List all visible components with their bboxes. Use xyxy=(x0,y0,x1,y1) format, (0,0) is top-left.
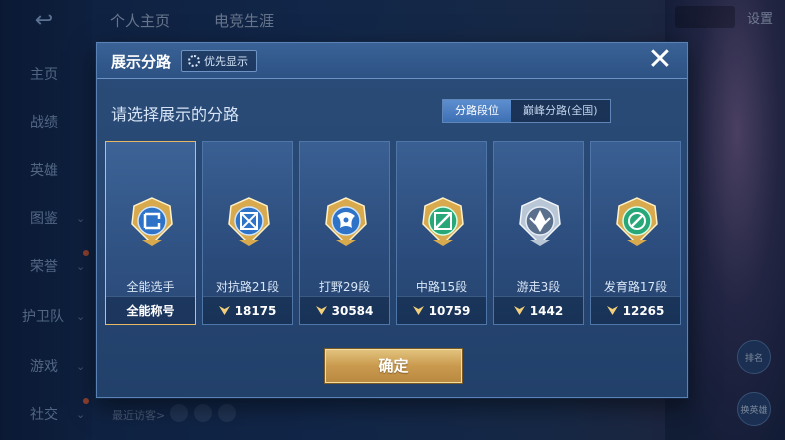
mid-lane-emblem-icon xyxy=(422,197,464,246)
lane-card-roam[interactable]: 游走3段 1442 xyxy=(493,141,584,325)
priority-display-button[interactable]: 优先显示 xyxy=(181,50,257,72)
lane-card-jungle[interactable]: 打野29段 30584 xyxy=(299,141,390,325)
clash-lane-emblem-icon xyxy=(228,197,270,246)
tab-peak-lane[interactable]: 巅峰分路(全国) xyxy=(511,100,610,122)
tab-lane-rank[interactable]: 分路段位 xyxy=(443,100,511,122)
lane-card-farm[interactable]: 发育路17段 12265 xyxy=(590,141,681,325)
power-score: 1442 xyxy=(529,303,564,318)
farm-lane-emblem-icon xyxy=(616,197,658,246)
lane-name: 游走3段 xyxy=(516,280,561,294)
roam-emblem-icon xyxy=(519,197,561,246)
power-score-icon xyxy=(513,306,525,315)
lane-card-footer: 10759 xyxy=(397,296,486,324)
lane-card-footer: 全能称号 xyxy=(106,296,195,324)
power-score: 18175 xyxy=(234,303,277,318)
lane-card-all-round[interactable]: 全能选手 全能称号 xyxy=(105,141,196,325)
power-score: 10759 xyxy=(428,303,471,318)
lane-card-footer: 18175 xyxy=(203,296,292,324)
power-score-icon xyxy=(606,306,618,315)
dialog-subtitle: 请选择展示的分路 xyxy=(111,105,240,124)
close-icon[interactable]: ✕ xyxy=(645,45,675,75)
dialog-title: 展示分路 xyxy=(111,53,172,71)
power-score: 30584 xyxy=(331,303,374,318)
power-score-icon xyxy=(412,306,424,315)
lane-card-footer: 1442 xyxy=(494,296,583,324)
confirm-button[interactable]: 确定 xyxy=(325,349,462,383)
gear-icon xyxy=(188,55,200,67)
lane-name: 打野29段 xyxy=(318,280,371,294)
lane-card-clash[interactable]: 对抗路21段 18175 xyxy=(202,141,293,325)
dialog-header: 展示分路 优先显示 ✕ xyxy=(97,43,687,79)
lane-cards: 全能选手 全能称号 对抗路21段 18175 打野29段 30584 中路15段… xyxy=(105,141,681,325)
lane-name: 全能选手 xyxy=(126,280,175,294)
lane-mode-segmented-control: 分路段位 巅峰分路(全国) xyxy=(442,99,611,123)
power-score: 12265 xyxy=(622,303,665,318)
priority-label: 优先显示 xyxy=(204,55,248,68)
lane-name: 对抗路21段 xyxy=(215,280,280,294)
lane-card-footer: 30584 xyxy=(300,296,389,324)
lane-display-dialog: 展示分路 优先显示 ✕ 请选择展示的分路 分路段位 巅峰分路(全国) 全能选手 … xyxy=(96,42,688,398)
jungle-emblem-icon xyxy=(325,197,367,246)
power-score-icon xyxy=(218,306,230,315)
all-round-emblem-icon xyxy=(131,197,173,246)
lane-card-mid[interactable]: 中路15段 10759 xyxy=(396,141,487,325)
lane-name: 中路15段 xyxy=(415,280,468,294)
power-score-icon xyxy=(315,306,327,315)
lane-name: 发育路17段 xyxy=(603,280,668,294)
lane-title: 全能称号 xyxy=(126,304,175,318)
lane-card-footer: 12265 xyxy=(591,296,680,324)
